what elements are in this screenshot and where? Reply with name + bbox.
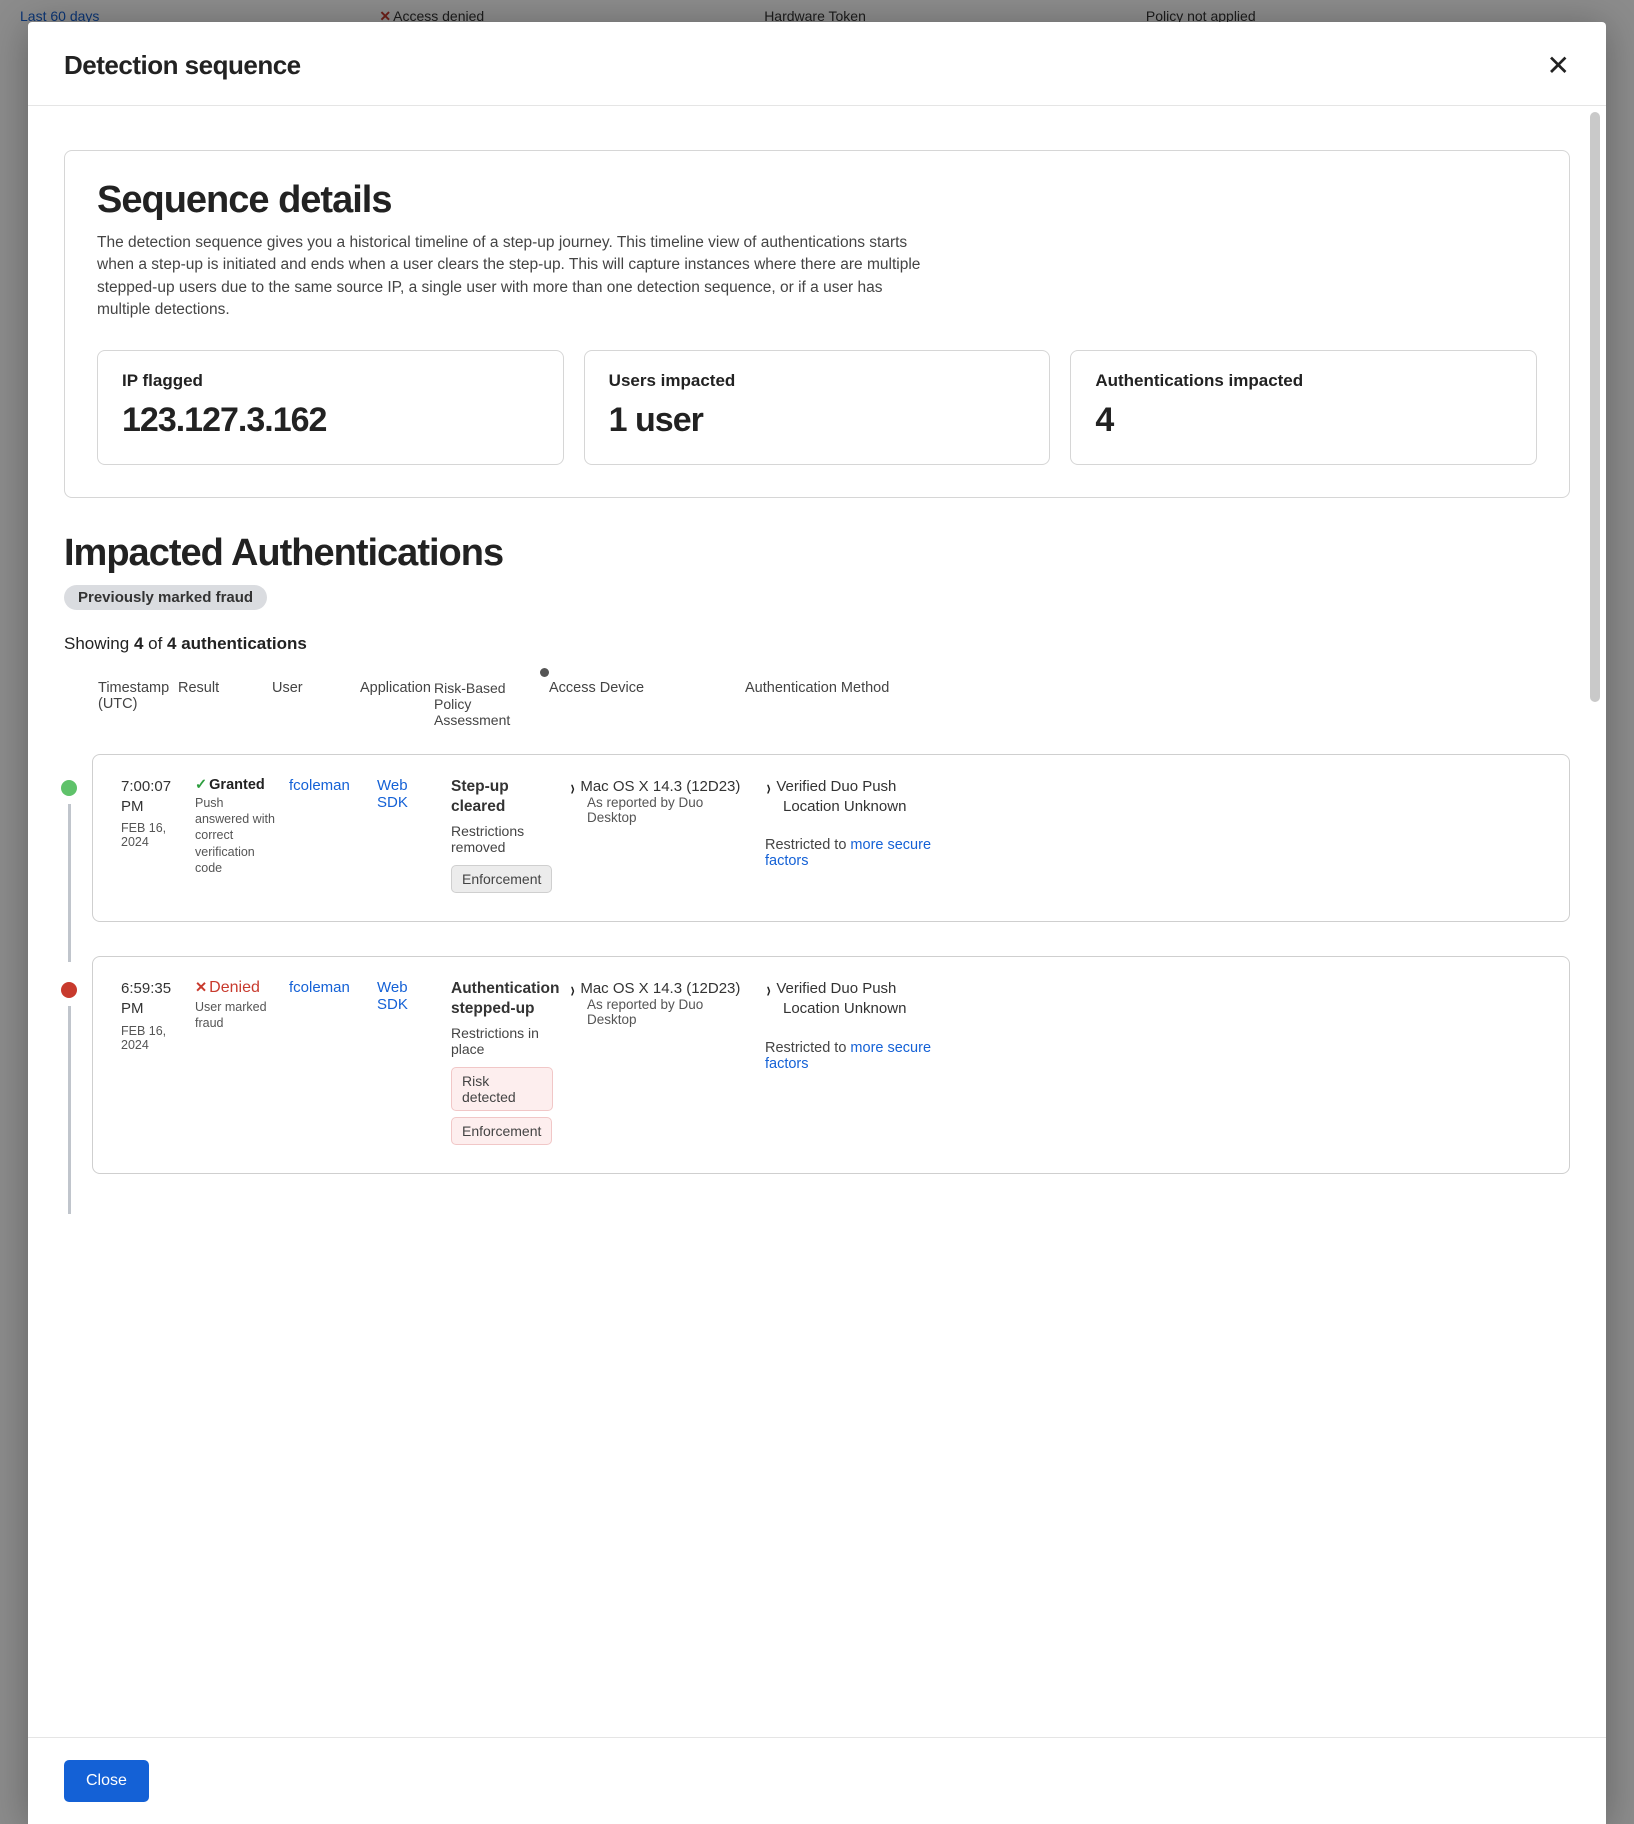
- stat-ip-flagged: IP flagged 123.127.3.162: [97, 350, 564, 465]
- risk-tag: Enforcement: [451, 1117, 552, 1145]
- auth-row: 7:00:07 PM FEB 16, 2024 ✓Granted Push ans…: [64, 754, 1570, 922]
- timeline-bullet: [61, 982, 77, 998]
- chevron-right-icon[interactable]: ›: [767, 781, 771, 794]
- risk-sub: Restrictions removed: [451, 823, 557, 855]
- stat-ip-label: IP flagged: [122, 371, 539, 391]
- result-text: Granted: [209, 777, 265, 793]
- result-sub: Push answered with correct verification …: [195, 795, 277, 876]
- auth-row: 6:59:35 PM FEB 16, 2024 ✕Denied User mark…: [64, 956, 1570, 1174]
- stat-auth-label: Authentications impacted: [1095, 371, 1512, 391]
- th-result: Result: [172, 680, 266, 746]
- result-text: Denied: [209, 979, 260, 996]
- risk-title: Step-up cleared: [451, 777, 557, 817]
- sequence-details-heading: Sequence details: [97, 179, 1537, 222]
- fraud-badge: Previously marked fraud: [64, 585, 267, 610]
- device-sub: As reported by Duo Desktop: [587, 997, 753, 1027]
- application-link[interactable]: Web SDK: [377, 777, 408, 811]
- restrict-text: Restricted to more secure factors: [765, 1040, 945, 1072]
- auth-timeline: 7:00:07 PM FEB 16, 2024 ✓Granted Push ans…: [64, 754, 1570, 1175]
- stat-users-value: 1 user: [609, 401, 1026, 440]
- modal-title: Detection sequence: [64, 50, 301, 81]
- timeline-line: [68, 804, 71, 962]
- risk-tag: Enforcement: [451, 865, 552, 893]
- timestamp-date: FEB 16, 2024: [121, 821, 183, 849]
- th-timestamp: Timestamp (UTC): [92, 680, 172, 746]
- more-secure-link[interactable]: more secure factors: [765, 1040, 931, 1072]
- auth-table-header: Timestamp (UTC) Result User Application …: [64, 680, 1570, 746]
- stat-users-label: Users impacted: [609, 371, 1026, 391]
- application-link[interactable]: Web SDK: [377, 979, 408, 1013]
- sequence-details-card: Sequence details The detection sequence …: [64, 150, 1570, 498]
- auth-method-line2: Location Unknown: [783, 797, 945, 817]
- result-sub: User marked fraud: [195, 999, 277, 1032]
- th-application: Application: [354, 680, 428, 746]
- th-device: Access Device: [543, 680, 739, 746]
- modal-footer: Close: [28, 1737, 1606, 1824]
- user-link[interactable]: fcoleman: [289, 777, 350, 794]
- timeline-line: [68, 1006, 71, 1214]
- device-os: Mac OS X 14.3 (12D23): [580, 778, 740, 795]
- timestamp-time: 7:00:07 PM: [121, 777, 183, 818]
- close-button[interactable]: Close: [64, 1760, 149, 1802]
- user-link[interactable]: fcoleman: [289, 979, 350, 996]
- chevron-right-icon[interactable]: ›: [767, 983, 771, 996]
- stat-ip-value: 123.127.3.162: [122, 401, 539, 440]
- device-os: Mac OS X 14.3 (12D23): [580, 980, 740, 997]
- stat-users-impacted: Users impacted 1 user: [584, 350, 1051, 465]
- timestamp-date: FEB 16, 2024: [121, 1024, 183, 1052]
- th-method: Authentication Method: [739, 680, 949, 746]
- modal-header: Detection sequence ✕: [28, 22, 1606, 106]
- chevron-right-icon[interactable]: ›: [571, 781, 575, 794]
- showing-count: Showing 4 of 4 authentications: [64, 634, 1570, 654]
- th-user: User: [266, 680, 354, 746]
- stat-auth-value: 4: [1095, 401, 1512, 440]
- check-icon: ✓: [195, 777, 207, 793]
- chevron-right-icon[interactable]: ›: [571, 983, 575, 996]
- auth-card[interactable]: 6:59:35 PM FEB 16, 2024 ✕Denied User mark…: [92, 956, 1570, 1174]
- close-icon[interactable]: ✕: [1547, 52, 1570, 80]
- detection-sequence-modal: Detection sequence ✕ Sequence details Th…: [28, 22, 1606, 1824]
- stats-row: IP flagged 123.127.3.162 Users impacted …: [97, 350, 1537, 465]
- info-icon[interactable]: [540, 668, 549, 677]
- more-secure-link[interactable]: more secure factors: [765, 837, 931, 869]
- device-sub: As reported by Duo Desktop: [587, 795, 753, 825]
- timeline-bullet: [61, 780, 77, 796]
- risk-title: Authentication stepped-up: [451, 979, 557, 1019]
- x-icon: ✕: [195, 980, 207, 996]
- th-risk: Risk-Based Policy Assessment: [428, 680, 543, 746]
- risk-sub: Restrictions in place: [451, 1025, 557, 1057]
- risk-tag: Risk detected: [451, 1067, 553, 1111]
- auth-card[interactable]: 7:00:07 PM FEB 16, 2024 ✓Granted Push ans…: [92, 754, 1570, 922]
- modal-body: Sequence details The detection sequence …: [28, 106, 1606, 1737]
- impacted-heading: Impacted Authentications: [64, 532, 1570, 575]
- restrict-text: Restricted to more secure factors: [765, 837, 945, 869]
- stat-auth-impacted: Authentications impacted 4: [1070, 350, 1537, 465]
- timestamp-time: 6:59:35 PM: [121, 979, 183, 1020]
- auth-method-line1: Verified Duo Push: [776, 980, 896, 997]
- auth-method-line1: Verified Duo Push: [776, 778, 896, 795]
- auth-method-line2: Location Unknown: [783, 999, 945, 1019]
- sequence-details-description: The detection sequence gives you a histo…: [97, 232, 927, 322]
